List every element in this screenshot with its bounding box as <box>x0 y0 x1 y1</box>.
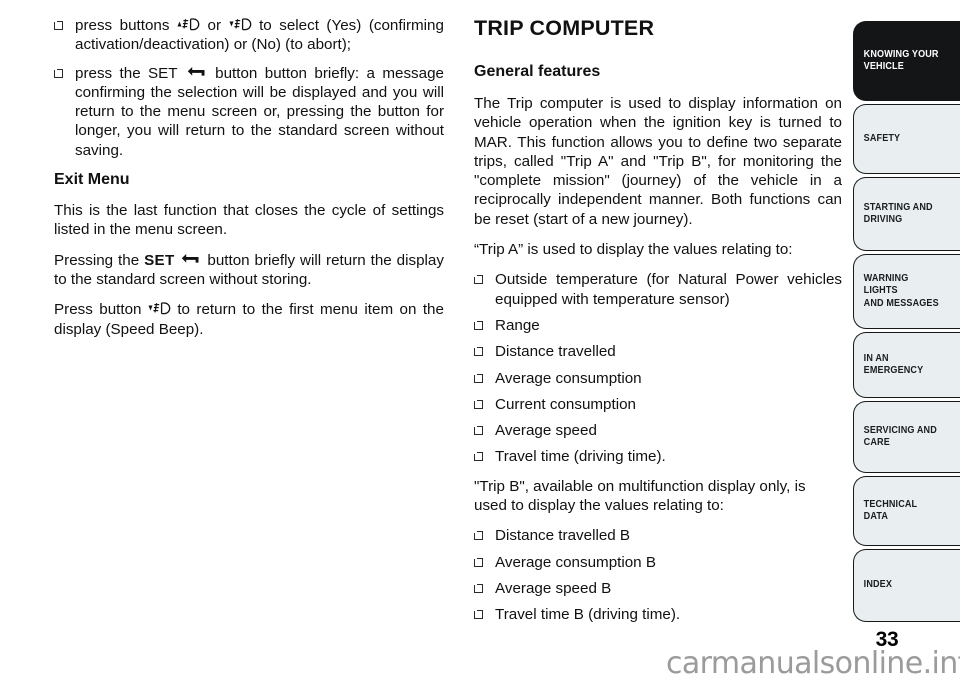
trip-a-value-list: Outside temperature (for Natural Power v… <box>473 270 842 466</box>
procedure-bullet-list: press buttons or to select (Yes) (confir… <box>53 16 444 160</box>
set-button-label: SET <box>144 251 175 269</box>
list-item-label: Current consumption <box>495 395 636 413</box>
sidebar-item-safety[interactable]: SAFETY <box>853 104 960 174</box>
sidebar-item-technical-data[interactable]: TECHNICAL DATA <box>853 476 960 546</box>
list-item: Current consumption <box>473 395 842 414</box>
up-arrow-headlight-button-icon <box>177 17 200 32</box>
list-item-label: Average speed <box>495 422 597 440</box>
square-bullet-icon <box>473 274 483 285</box>
trip-computer-intro-paragraph: The Trip computer is used to display inf… <box>474 95 842 228</box>
square-bullet-icon <box>473 609 483 620</box>
list-item: Average speed B <box>473 579 842 598</box>
square-bullet-icon <box>473 425 483 436</box>
left-text-column: press buttons or to select (Yes) (confir… <box>53 16 444 350</box>
list-item: press buttons or to select (Yes) (confir… <box>53 16 444 55</box>
down-arrow-headlight-button-icon <box>229 17 252 32</box>
list-item-label: Outside temperature (for Natural Power v… <box>495 271 842 308</box>
list-item-label: Distance travelled <box>495 343 616 361</box>
square-bullet-icon <box>473 372 483 383</box>
tab-label: TECHNICAL DATA <box>863 498 918 522</box>
list-item: Average speed <box>473 421 842 440</box>
tab-label: SERVICING AND CARE <box>863 424 937 448</box>
list-item-label: Travel time B (driving time). <box>495 606 681 624</box>
tab-label: IN AN EMERGENCY <box>863 352 924 376</box>
square-bullet-icon <box>473 399 483 409</box>
trip-b-lead-in: "Trip B", available on multifunction dis… <box>474 477 806 515</box>
square-bullet-icon <box>473 451 483 462</box>
square-bullet-icon <box>53 67 63 78</box>
list-item-label: Travel time (driving time). <box>495 448 666 466</box>
tab-label: SAFETY <box>863 132 901 144</box>
list-item-label: Average speed B <box>495 579 612 597</box>
trip-a-lead-in: “Trip A” is used to display the values r… <box>474 241 793 259</box>
page-title: TRIP COMPUTER <box>474 16 655 40</box>
sidebar-item-index[interactable]: INDEX <box>853 549 960 622</box>
list-item: Travel time B (driving time). <box>473 605 842 624</box>
sidebar-item-knowing-your-vehicle[interactable]: KNOWING YOUR VEHICLE <box>853 21 960 101</box>
paragraph-text-before: Pressing the <box>54 251 140 269</box>
sidebar-item-servicing-and-care[interactable]: SERVICING AND CARE <box>853 401 960 473</box>
bullet-text-middle: or <box>207 17 222 34</box>
list-item-label: Distance travelled B <box>495 527 631 545</box>
tab-label: KNOWING YOUR VEHICLE <box>863 48 939 72</box>
list-item: press the SET button button briefly: a m… <box>53 64 444 160</box>
bullet-text-before: press the SET <box>75 64 178 82</box>
bullet-text-before: press buttons <box>75 17 170 34</box>
list-item: Range <box>473 316 842 335</box>
square-bullet-icon <box>473 583 483 593</box>
manual-page: press buttons or to select (Yes) (confir… <box>0 0 960 681</box>
list-item: Distance travelled <box>473 342 842 361</box>
paragraph-text-before: Press button <box>54 301 142 319</box>
right-text-column: TRIP COMPUTER General features The Trip … <box>473 16 842 635</box>
return-arrow-button-icon <box>187 66 206 79</box>
section-tab-rail: KNOWING YOUR VEHICLE SAFETY STARTING AND… <box>853 0 960 678</box>
sidebar-item-warning-lights-and-messages[interactable]: WARNING LIGHTS AND MESSAGES <box>853 254 960 329</box>
exit-menu-paragraph-3: Press button to return to the first menu… <box>54 300 444 339</box>
exit-menu-paragraph-1: This is the last function that closes th… <box>54 202 444 239</box>
list-item: Distance travelled B <box>473 526 842 545</box>
sidebar-item-starting-and-driving[interactable]: STARTING AND DRIVING <box>853 177 960 251</box>
square-bullet-icon <box>473 346 483 357</box>
return-arrow-button-icon <box>181 253 200 266</box>
square-bullet-icon <box>53 20 63 30</box>
tab-label: INDEX <box>863 579 893 591</box>
square-bullet-icon <box>473 557 483 567</box>
exit-menu-paragraph-2: Pressing the SET button briefly will ret… <box>54 251 444 290</box>
list-item: Average consumption <box>473 369 842 388</box>
list-item: Travel time (driving time). <box>473 447 842 466</box>
list-item-label: Average consumption B <box>495 553 656 571</box>
list-item: Average consumption B <box>473 553 842 572</box>
section-heading-general-features: General features <box>474 63 601 80</box>
tab-label: WARNING LIGHTS AND MESSAGES <box>863 272 939 309</box>
square-bullet-icon <box>473 530 483 541</box>
list-item-label: Range <box>495 316 540 334</box>
trip-b-value-list: Distance travelled B Average consumption… <box>473 526 842 624</box>
site-watermark: carmanualsonline.info <box>666 646 960 681</box>
square-bullet-icon <box>473 320 483 330</box>
sidebar-item-in-an-emergency[interactable]: IN AN EMERGENCY <box>853 332 960 398</box>
list-item: Outside temperature (for Natural Power v… <box>473 270 842 309</box>
down-arrow-headlight-button-icon <box>148 301 171 316</box>
list-item-label: Average consumption <box>495 369 642 387</box>
tab-label: STARTING AND DRIVING <box>863 201 933 225</box>
exit-menu-heading: Exit Menu <box>54 171 130 189</box>
